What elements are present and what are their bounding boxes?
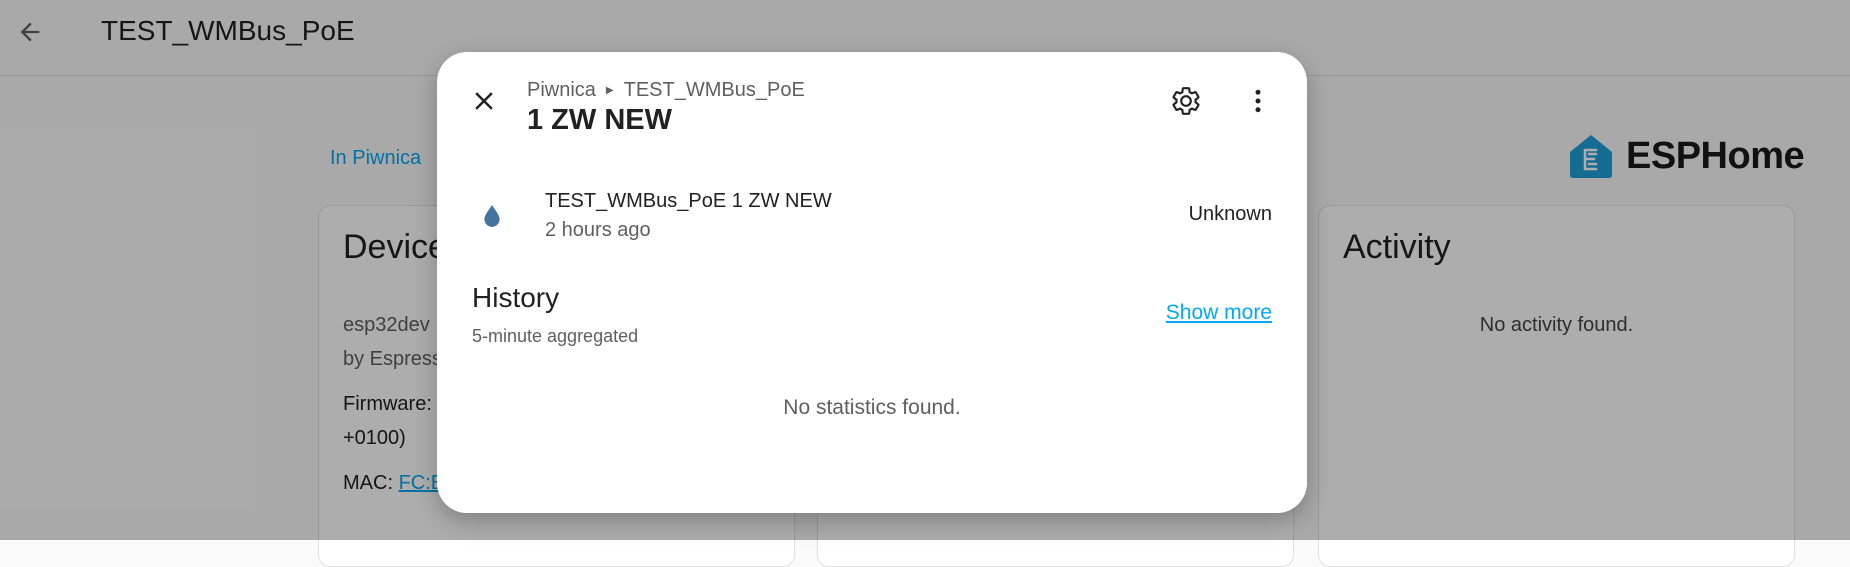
water-drop-shape	[484, 205, 500, 227]
show-more-link[interactable]: Show more	[1166, 301, 1272, 325]
water-drop-icon	[472, 196, 512, 236]
breadcrumb: Piwnica ▶ TEST_WMBus_PoE	[527, 79, 805, 102]
dialog-title: 1 ZW NEW	[527, 104, 672, 136]
entity-row[interactable]: TEST_WMBus_PoE 1 ZW NEW 2 hours ago Unkn…	[472, 184, 1272, 244]
close-icon	[475, 92, 493, 110]
entity-name: TEST_WMBus_PoE 1 ZW NEW	[545, 190, 832, 212]
breadcrumb-area[interactable]: Piwnica	[527, 79, 596, 102]
breadcrumb-device[interactable]: TEST_WMBus_PoE	[624, 79, 805, 102]
history-subtitle: 5-minute aggregated	[472, 326, 639, 346]
more-info-dialog: Piwnica ▶ TEST_WMBus_PoE 1 ZW NEW TEST_W…	[437, 52, 1307, 513]
entity-last-changed: 2 hours ago	[545, 219, 651, 241]
history-title: History	[472, 282, 560, 313]
close-button[interactable]	[462, 79, 506, 123]
no-statistics-text: No statistics found.	[783, 396, 961, 419]
more-options-button[interactable]	[1236, 79, 1280, 123]
entity-state: Unknown	[1188, 203, 1272, 225]
settings-button[interactable]	[1164, 79, 1208, 123]
breadcrumb-separator-icon: ▶	[605, 85, 614, 96]
gear-icon	[1172, 87, 1200, 115]
more-vertical-icon	[1255, 89, 1261, 113]
